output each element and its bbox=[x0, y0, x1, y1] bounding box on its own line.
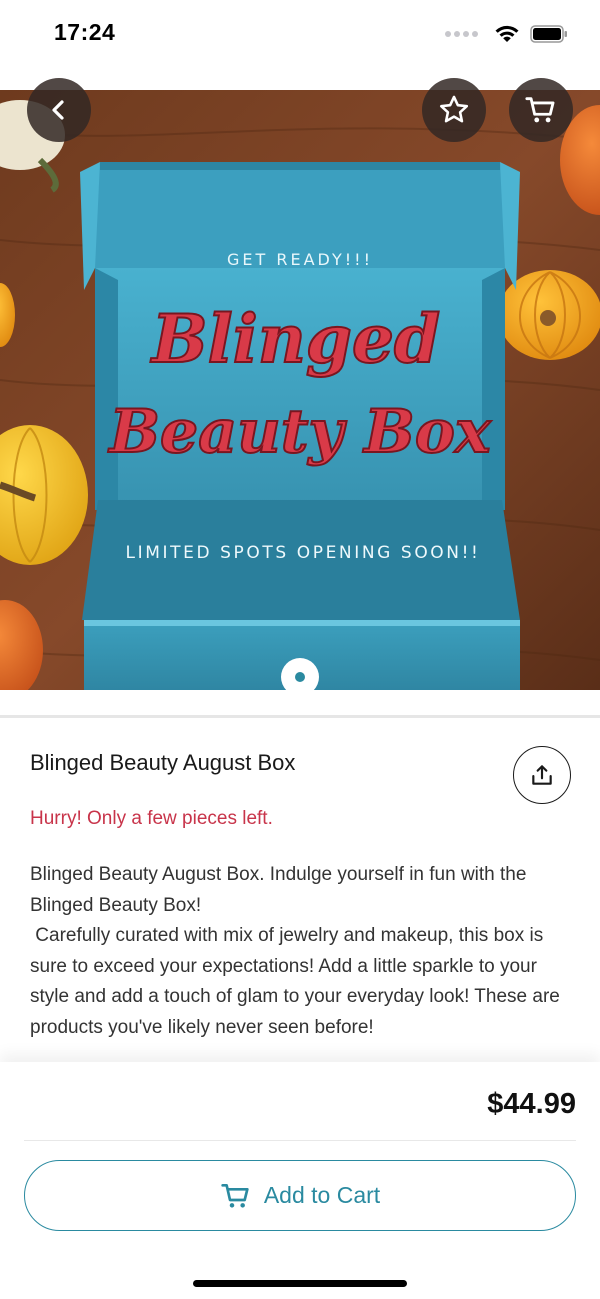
cellular-signal-icon bbox=[445, 31, 478, 37]
chevron-left-icon bbox=[52, 100, 64, 120]
cart-icon bbox=[221, 1183, 249, 1208]
home-indicator[interactable] bbox=[193, 1280, 407, 1287]
cart-button[interactable] bbox=[509, 78, 573, 142]
cart-icon bbox=[525, 97, 555, 123]
product-image[interactable]: GET READY!!! Blinged Beauty Box LIMITED … bbox=[0, 90, 600, 690]
hero-top-text: GET READY!!! bbox=[227, 250, 373, 269]
add-to-cart-button[interactable]: Add to Cart bbox=[24, 1160, 576, 1231]
product-price: $44.99 bbox=[487, 1088, 576, 1120]
status-icons bbox=[445, 24, 568, 44]
hero-script-line-2: Beauty Box bbox=[107, 397, 492, 467]
purchase-bar: $44.99 Add to Cart bbox=[0, 1062, 600, 1299]
stock-warning: Hurry! Only a few pieces left. bbox=[30, 808, 273, 829]
star-icon bbox=[439, 95, 469, 123]
product-details: Blinged Beauty August Box Hurry! Only a … bbox=[0, 720, 600, 1065]
product-image-artwork: GET READY!!! Blinged Beauty Box LIMITED … bbox=[0, 90, 600, 690]
wifi-icon bbox=[495, 25, 519, 42]
hero-bottom-text: LIMITED SPOTS OPENING SOON!! bbox=[126, 543, 481, 563]
product-title: Blinged Beauty August Box bbox=[30, 750, 296, 775]
status-time: 17:24 bbox=[54, 19, 116, 45]
share-button[interactable] bbox=[513, 746, 571, 804]
favorite-button[interactable] bbox=[422, 78, 486, 142]
back-button[interactable] bbox=[27, 78, 91, 142]
image-divider bbox=[0, 715, 600, 718]
battery-icon bbox=[530, 25, 567, 43]
hero-script-line-1: Blinged bbox=[150, 300, 440, 378]
purchase-divider bbox=[24, 1140, 576, 1141]
add-to-cart-label: Add to Cart bbox=[263, 1182, 381, 1208]
status-bar: 17:24 bbox=[0, 0, 600, 80]
product-description: Blinged Beauty August Box. Indulge yours… bbox=[30, 864, 560, 1038]
share-icon bbox=[532, 765, 552, 785]
